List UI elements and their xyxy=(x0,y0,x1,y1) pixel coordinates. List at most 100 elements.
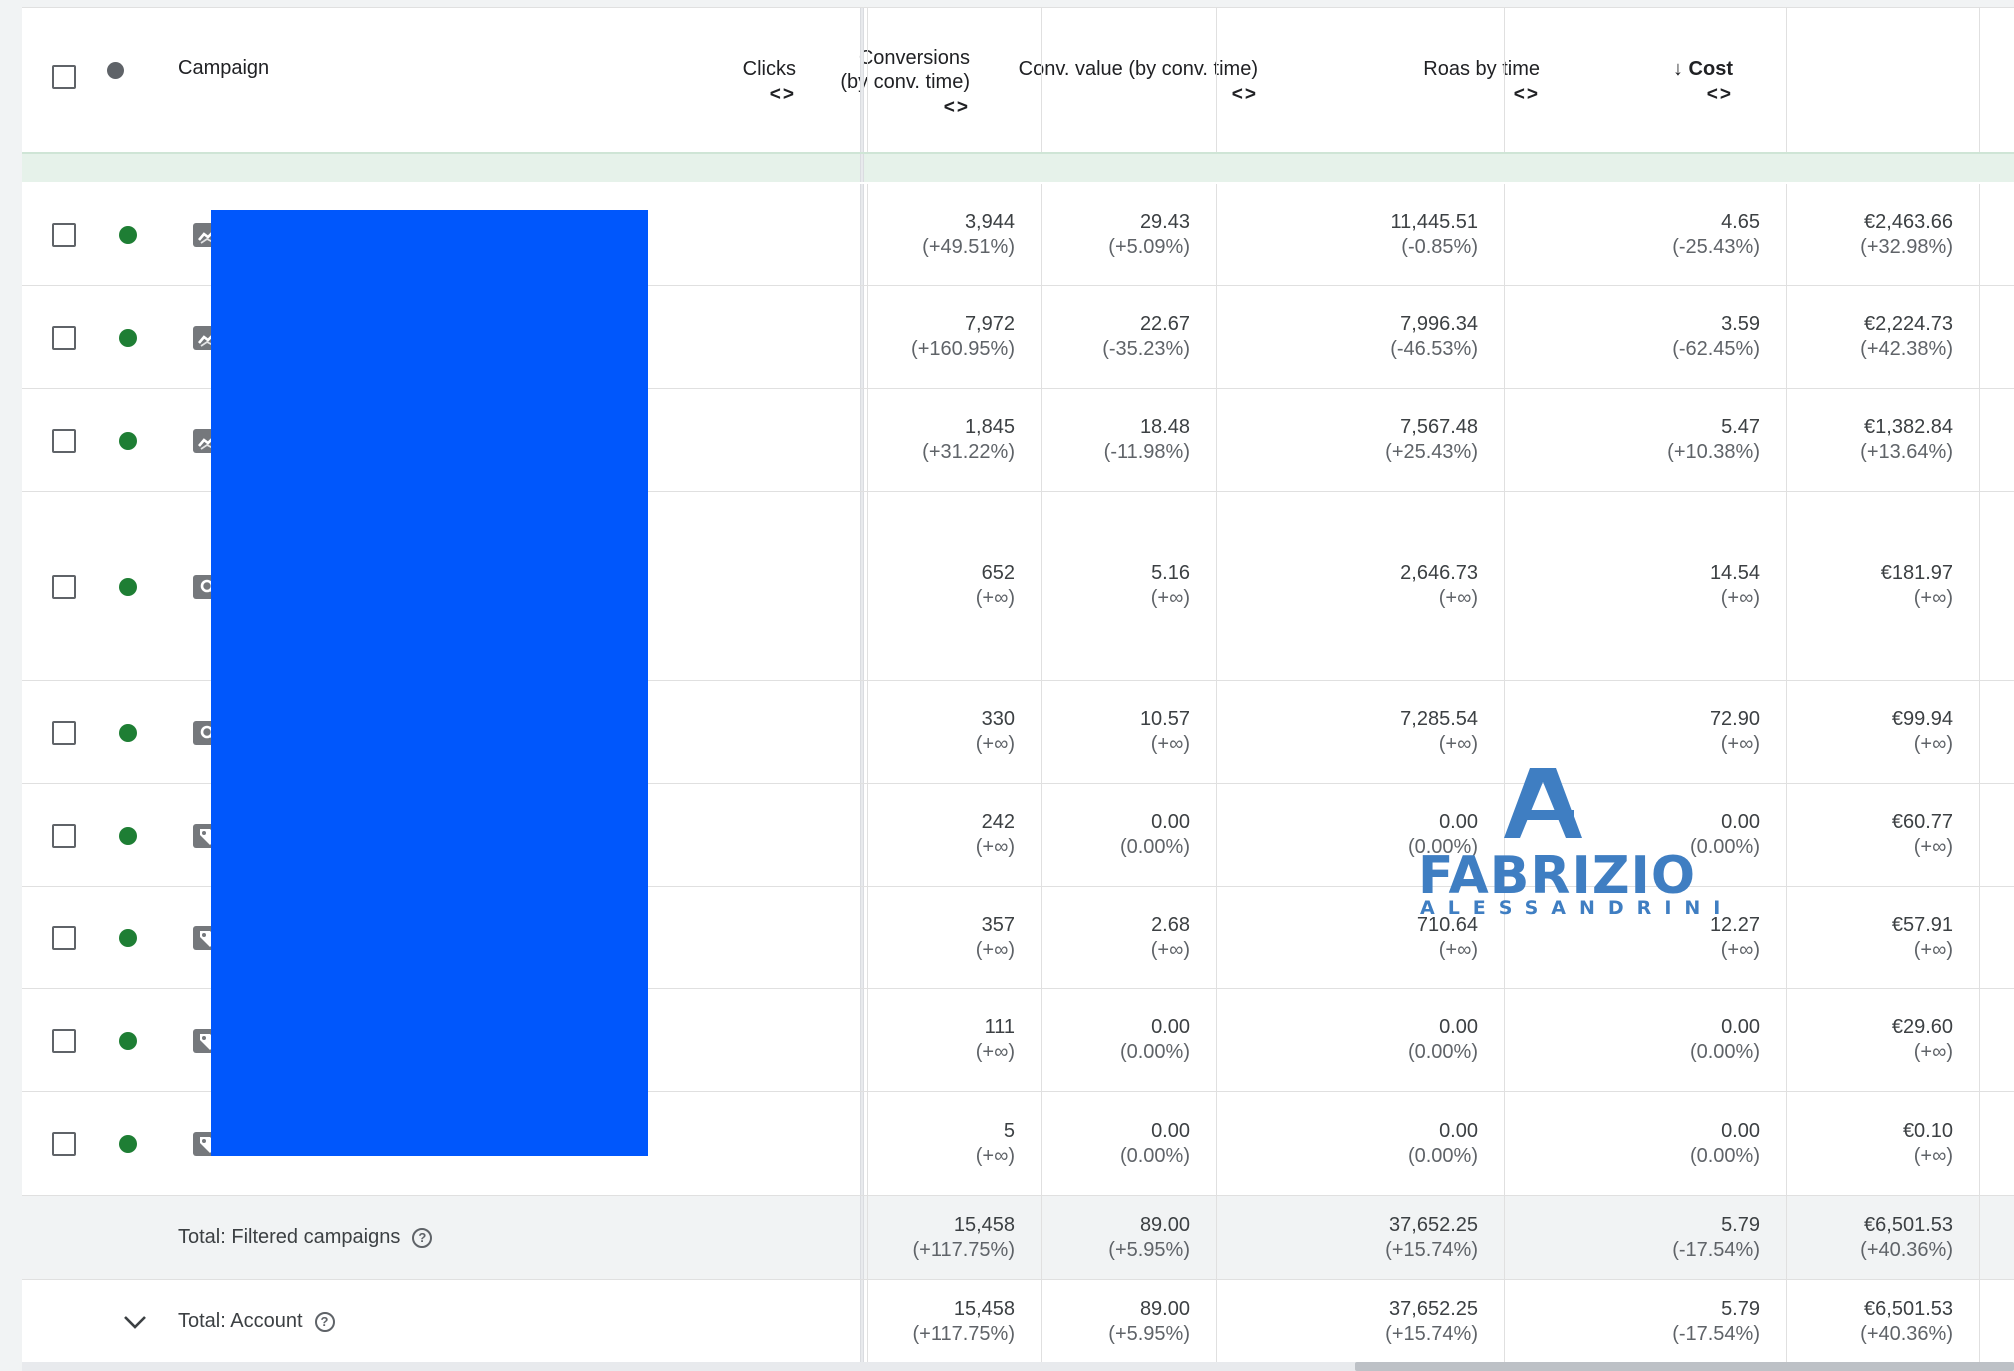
conv-cell: 18.48 (-11.98%) xyxy=(1041,389,1216,491)
column-divider[interactable] xyxy=(1041,8,1042,152)
help-icon[interactable]: ? xyxy=(314,1311,335,1332)
cost-value: €2,463.66 xyxy=(1864,210,1953,233)
roas-change: (+∞) xyxy=(1720,587,1760,609)
column-divider[interactable] xyxy=(1786,8,1787,152)
status-enabled-icon[interactable] xyxy=(119,826,137,845)
column-divider xyxy=(867,389,868,491)
row-checkbox[interactable] xyxy=(52,428,76,453)
roas-value: 0.00 xyxy=(1721,1119,1760,1142)
roas-sort-arrows[interactable]: <> xyxy=(1423,83,1540,107)
cost-change: (+∞) xyxy=(1913,1041,1953,1063)
frozen-column-divider[interactable] xyxy=(860,8,864,152)
conv-value-sort-arrows[interactable]: <> xyxy=(1019,83,1258,107)
help-icon[interactable]: ? xyxy=(412,1227,433,1248)
cost-column-header[interactable]: ↓ Cost <> xyxy=(1673,57,1733,107)
column-divider xyxy=(1979,184,1980,285)
frozen-column-divider[interactable] xyxy=(860,887,864,988)
conv-cell: 0.00 (0.00%) xyxy=(1041,989,1216,1091)
row-checkbox[interactable] xyxy=(52,1132,76,1156)
clicks-value: 15,458 xyxy=(953,1297,1015,1320)
column-divider xyxy=(1786,184,1787,285)
select-all-checkbox[interactable] xyxy=(52,65,76,89)
column-divider xyxy=(1979,286,1980,388)
column-divider xyxy=(1216,1196,1217,1279)
row-checkbox[interactable] xyxy=(52,325,76,350)
status-enabled-icon[interactable] xyxy=(119,577,137,596)
row-checkbox[interactable] xyxy=(52,223,76,247)
status-enabled-icon[interactable] xyxy=(119,431,137,450)
row-checkbox[interactable] xyxy=(52,823,76,848)
roas-change: (-17.54%) xyxy=(1672,1322,1760,1345)
row-checkbox[interactable] xyxy=(52,926,76,950)
roas-value: 72.90 xyxy=(1709,708,1760,730)
frozen-column-divider[interactable] xyxy=(860,681,864,783)
roas-value: 3.59 xyxy=(1721,313,1760,335)
frozen-column-divider[interactable] xyxy=(860,989,864,1091)
column-divider[interactable] xyxy=(1979,8,1980,152)
conv-value: 0.00 xyxy=(1151,811,1190,833)
value-change: (+25.43%) xyxy=(1385,441,1478,463)
roas-cell: 0.00 (0.00%) xyxy=(1504,989,1786,1091)
status-enabled-icon[interactable] xyxy=(119,1135,137,1153)
column-divider xyxy=(1041,887,1042,988)
conv-value-column-header[interactable]: Conv. value (by conv. time) <> xyxy=(1019,57,1258,107)
value-value: 0.00 xyxy=(1439,1016,1478,1038)
cost-cell: €29.60 (+∞) xyxy=(1786,989,1979,1091)
roas-value: 5.79 xyxy=(1721,1213,1760,1236)
cost-cell: €181.97 (+∞) xyxy=(1786,492,1979,680)
frozen-column-divider[interactable] xyxy=(860,784,864,886)
frozen-column-divider[interactable] xyxy=(860,286,864,388)
roas-cell: 5.47 (+10.38%) xyxy=(1504,389,1786,491)
roas-value: 5.47 xyxy=(1721,416,1760,438)
horizontal-scrollbar-thumb[interactable] xyxy=(1355,1362,2014,1371)
clicks-value: 111 xyxy=(984,1016,1015,1038)
column-divider[interactable] xyxy=(867,8,868,152)
frozen-column-divider[interactable] xyxy=(860,184,864,285)
cost-value: €57.91 xyxy=(1891,913,1953,936)
clicks-sort-arrows[interactable]: <> xyxy=(743,83,796,107)
cost-change: (+∞) xyxy=(1913,587,1953,609)
total-filtered-row: Total: Filtered campaigns? 15,458 (+117.75… xyxy=(22,1196,2014,1280)
conv-value: 89.00 xyxy=(1139,1213,1190,1236)
chevron-down-icon[interactable] xyxy=(122,1309,148,1335)
frozen-column-divider[interactable] xyxy=(860,1196,864,1279)
status-enabled-icon[interactable] xyxy=(119,929,137,947)
value-cell: 2,646.73 (+∞) xyxy=(1216,492,1504,680)
clicks-change: (+∞) xyxy=(975,587,1015,609)
roas-column-header[interactable]: Roas by time <> xyxy=(1423,57,1540,107)
cost-value: €29.60 xyxy=(1891,1016,1953,1038)
cost-sort-arrows[interactable]: <> xyxy=(1673,83,1733,107)
cost-cell: €0.10 (+∞) xyxy=(1786,1092,1979,1195)
column-divider xyxy=(1786,1196,1787,1279)
cost-cell: €2,463.66 (+32.98%) xyxy=(1786,184,1979,285)
clicks-cell: 5 (+∞) xyxy=(867,1092,1041,1195)
status-enabled-icon[interactable] xyxy=(119,226,137,244)
clicks-value: 5 xyxy=(1003,1119,1015,1142)
frozen-column-divider[interactable] xyxy=(860,389,864,491)
status-enabled-icon[interactable] xyxy=(119,328,137,347)
row-checkbox[interactable] xyxy=(52,574,76,599)
status-column-header-icon[interactable] xyxy=(107,62,124,79)
roas-value: 14.54 xyxy=(1709,562,1760,584)
column-divider[interactable] xyxy=(1216,8,1217,152)
column-divider xyxy=(1786,286,1787,388)
row-checkbox[interactable] xyxy=(52,1028,76,1053)
clicks-cell: 1,845 (+31.22%) xyxy=(867,389,1041,491)
status-enabled-icon[interactable] xyxy=(119,1031,137,1050)
clicks-column-header[interactable]: Clicks <> xyxy=(743,57,796,107)
clicks-change: (+∞) xyxy=(975,1144,1015,1167)
frozen-column-divider[interactable] xyxy=(860,1280,864,1363)
frozen-column-divider[interactable] xyxy=(860,1092,864,1195)
campaign-column-header[interactable]: Campaign xyxy=(178,57,269,80)
column-divider[interactable] xyxy=(1504,8,1505,152)
value-change: (+15.74%) xyxy=(1385,1322,1478,1345)
conv-change: (+5.09%) xyxy=(1108,235,1190,258)
frozen-column-divider[interactable] xyxy=(860,492,864,680)
cost-change: (+40.36%) xyxy=(1860,1238,1953,1261)
sort-descending-icon: ↓ xyxy=(1672,58,1683,80)
status-enabled-icon[interactable] xyxy=(119,723,137,742)
clicks-cell: 3,944 (+49.51%) xyxy=(867,184,1041,285)
total-label-text: Total: Account xyxy=(178,1310,303,1332)
row-checkbox[interactable] xyxy=(52,720,76,745)
column-divider xyxy=(1504,1092,1505,1195)
